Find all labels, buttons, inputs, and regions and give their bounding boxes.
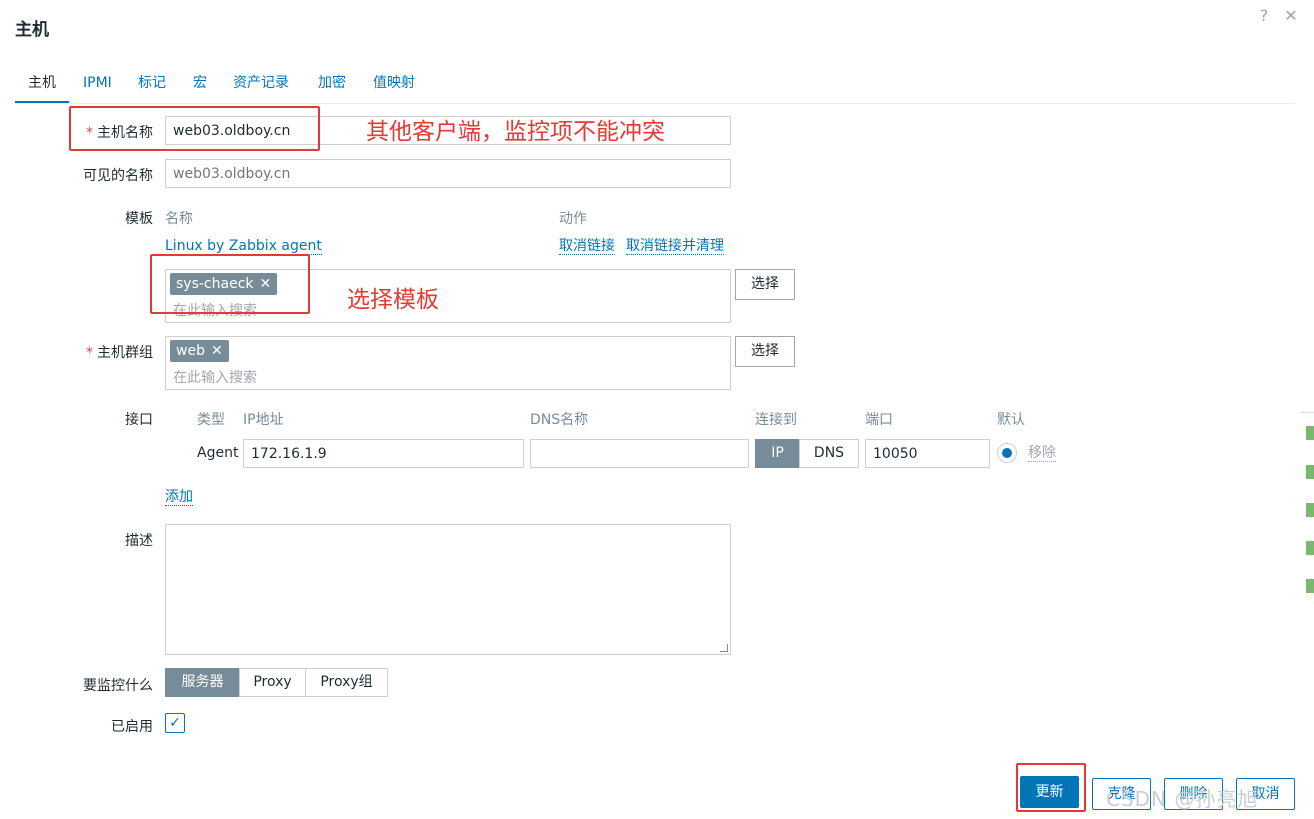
watermark: CSDN @孙亮旭 xyxy=(1106,787,1259,811)
annotation-box-host-name xyxy=(69,106,320,151)
required-marker: * xyxy=(86,345,93,361)
close-icon[interactable]: ✕ xyxy=(1281,6,1301,25)
resize-handle[interactable] xyxy=(720,644,728,652)
enabled-label: 已启用 xyxy=(111,719,153,735)
linked-template-link[interactable]: Linux by Zabbix agent xyxy=(165,238,322,255)
tab-inventory[interactable]: 资产记录 xyxy=(233,72,289,103)
enabled-checkbox[interactable]: ✓ xyxy=(165,713,185,733)
tab-ipmi[interactable]: IPMI xyxy=(83,72,112,103)
visible-name-input[interactable] xyxy=(165,159,731,188)
host-groups-label: * 主机群组 xyxy=(86,345,153,361)
interfaces-col-connect: 连接到 xyxy=(755,412,797,428)
host-group-select-button[interactable]: 选择 xyxy=(735,336,795,367)
monitored-by-toggle: 服务器 Proxy Proxy组 xyxy=(165,668,388,697)
interface-remove-link[interactable]: 移除 xyxy=(1028,445,1056,462)
templates-col-action: 动作 xyxy=(559,211,587,227)
host-group-search-placeholder[interactable]: 在此输入搜索 xyxy=(173,367,257,387)
help-icon[interactable]: ? xyxy=(1254,6,1274,25)
background-edge-strip xyxy=(1306,541,1314,555)
templates-label: 模板 xyxy=(125,211,153,227)
interfaces-col-dns: DNS名称 xyxy=(530,412,589,428)
interface-type: Agent xyxy=(197,445,239,461)
description-label: 描述 xyxy=(125,533,153,549)
connect-dns-button[interactable]: DNS xyxy=(799,439,859,468)
tab-host[interactable]: 主机 xyxy=(15,72,69,103)
chip-remove-icon[interactable]: ✕ xyxy=(211,343,223,359)
monitored-by-proxy[interactable]: Proxy xyxy=(239,668,306,697)
add-interface-link[interactable]: 添加 xyxy=(165,489,193,506)
tab-bar: 主机 IPMI 标记 宏 资产记录 加密 值映射 xyxy=(15,72,1295,104)
connect-ip-button[interactable]: IP xyxy=(755,439,800,468)
description-textarea[interactable] xyxy=(165,524,731,655)
background-edge-strip xyxy=(1306,503,1314,517)
monitored-by-server[interactable]: 服务器 xyxy=(165,668,240,697)
background-edge-strip xyxy=(1306,426,1314,440)
host-group-multiselect[interactable]: web ✕ 在此输入搜索 xyxy=(165,336,731,390)
annotation-choose-template: 选择模板 xyxy=(347,287,439,313)
background-edge-strip xyxy=(1306,465,1314,479)
interfaces-col-type: 类型 xyxy=(197,412,225,428)
interface-port-input[interactable] xyxy=(865,439,990,468)
interface-ip-input[interactable] xyxy=(243,439,524,468)
tab-value-mapping[interactable]: 值映射 xyxy=(373,72,415,103)
background-edge-line xyxy=(1300,412,1314,413)
tab-macros[interactable]: 宏 xyxy=(193,72,207,103)
annotation-box-template xyxy=(150,254,310,314)
visible-name-label: 可见的名称 xyxy=(83,168,153,184)
annotation-host-conflict: 其他客户端，监控项不能冲突 xyxy=(366,119,665,145)
monitored-by-label: 要监控什么 xyxy=(83,678,153,694)
interfaces-col-ip: IP地址 xyxy=(243,412,284,428)
host-group-chip: web ✕ xyxy=(170,340,229,362)
monitored-by-proxy-group[interactable]: Proxy组 xyxy=(305,668,388,697)
tab-encryption[interactable]: 加密 xyxy=(318,72,346,103)
unlink-link[interactable]: 取消链接 xyxy=(559,238,615,255)
background-edge-strip xyxy=(1306,579,1314,593)
interfaces-label: 接口 xyxy=(125,412,153,428)
radio-dot xyxy=(1002,448,1012,458)
tab-tags[interactable]: 标记 xyxy=(138,72,166,103)
interfaces-col-default: 默认 xyxy=(997,412,1025,428)
unlink-clear-link[interactable]: 取消链接并清理 xyxy=(626,238,724,255)
dialog-title: 主机 xyxy=(15,20,49,40)
interfaces-col-port: 端口 xyxy=(865,412,893,428)
templates-col-name: 名称 xyxy=(165,211,193,227)
connect-to-toggle: IP DNS xyxy=(755,439,859,468)
default-interface-radio[interactable] xyxy=(997,443,1017,463)
interface-dns-input[interactable] xyxy=(530,439,749,468)
annotation-box-update xyxy=(1016,763,1086,812)
template-select-button[interactable]: 选择 xyxy=(735,269,795,300)
